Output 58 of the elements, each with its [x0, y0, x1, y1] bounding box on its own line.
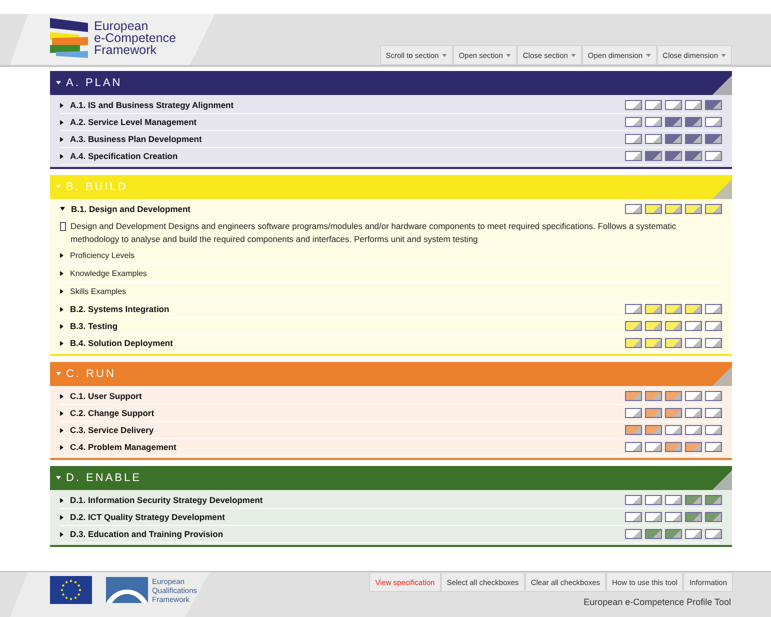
caret-down-icon: [56, 185, 61, 189]
caret-right-icon: [60, 102, 64, 108]
caret-right-icon: [60, 136, 64, 142]
tool-title: European e-Competence Profile Tool: [584, 597, 731, 607]
competence-title[interactable]: D.1. Information Security Strategy Development: [70, 495, 263, 505]
caret-down-icon: [442, 54, 447, 56]
section-title: A. PLAN: [66, 77, 122, 89]
caret-down-icon: [570, 54, 576, 56]
caret-right-icon: [60, 306, 64, 312]
caret-right-icon: [60, 289, 64, 294]
caret-down-icon: [721, 54, 726, 56]
eu-flag-icon: [50, 576, 92, 604]
caret-right-icon: [60, 324, 64, 328]
section-title: B. BUILD: [66, 181, 128, 193]
caret-down-icon: [56, 476, 61, 480]
caret-down-icon: [506, 54, 511, 56]
bridge-logo-icon: [106, 577, 148, 603]
competence-title[interactable]: D.3. Education and Training Provision: [70, 529, 224, 539]
caret-right-icon: [60, 394, 64, 398]
caret-right-icon: [60, 120, 64, 124]
checkbox[interactable]: [60, 222, 66, 231]
logo-icon: [50, 18, 90, 58]
competence-title[interactable]: B.3. Testing: [70, 321, 118, 331]
caret-right-icon: [60, 514, 64, 520]
competence-title[interactable]: A.2. Service Level Management: [70, 117, 197, 127]
section-header[interactable]: A. PLAN: [50, 71, 732, 95]
caret-right-icon: [60, 532, 64, 536]
competence-title[interactable]: A.4. Specification Creation: [70, 151, 178, 161]
caret-right-icon: [60, 428, 64, 432]
caret-down-icon: [646, 54, 651, 56]
competence-title[interactable]: C.4. Problem Management: [70, 442, 176, 452]
caret-right-icon: [60, 253, 64, 258]
caret-right-icon: [60, 154, 64, 158]
competence-title[interactable]: C.2. Change Support: [70, 408, 154, 418]
caret-right-icon: [60, 340, 64, 346]
competence-title[interactable]: B.4. Solution Deployment: [70, 338, 173, 348]
subsection-title[interactable]: Skills Examples: [70, 287, 126, 296]
competence-title[interactable]: B.2. Systems Integration: [70, 304, 170, 314]
description-text: Design and Development Designs and engineers software programs/modules and/or hardware components to meet required specifications. Follows a systematic methodology to analyse and build the required components and interfaces. Performs unit and system testing: [70, 220, 678, 246]
caret-right-icon: [60, 444, 64, 450]
competence-title[interactable]: D.2. ICT Quality Strategy Development: [70, 512, 225, 522]
section-title: D. ENABLE: [66, 472, 142, 484]
caret-right-icon: [60, 271, 64, 276]
competence-title[interactable]: A.1. IS and Business Strategy Alignment: [70, 100, 234, 110]
competence-title[interactable]: B.1. Design and Development: [71, 204, 190, 214]
caret-down-icon: [60, 207, 65, 211]
competence-title[interactable]: A.3. Business Plan Development: [70, 134, 202, 144]
competence-title[interactable]: C.3. Service Delivery: [70, 425, 154, 435]
logo-text: European e-Competence Framework: [94, 20, 176, 56]
caret-right-icon: [60, 498, 64, 502]
section-title: C. RUN: [66, 368, 116, 380]
section-header[interactable]: D. ENABLE: [50, 466, 732, 490]
caret-down-icon: [56, 372, 61, 376]
caret-down-icon: [56, 81, 61, 85]
subsection-title[interactable]: Knowledge Examples: [70, 269, 147, 278]
competence-title[interactable]: C.1. User Support: [70, 391, 142, 401]
caret-right-icon: [60, 410, 64, 416]
subsection-title[interactable]: Proficiency Levels: [70, 251, 134, 260]
